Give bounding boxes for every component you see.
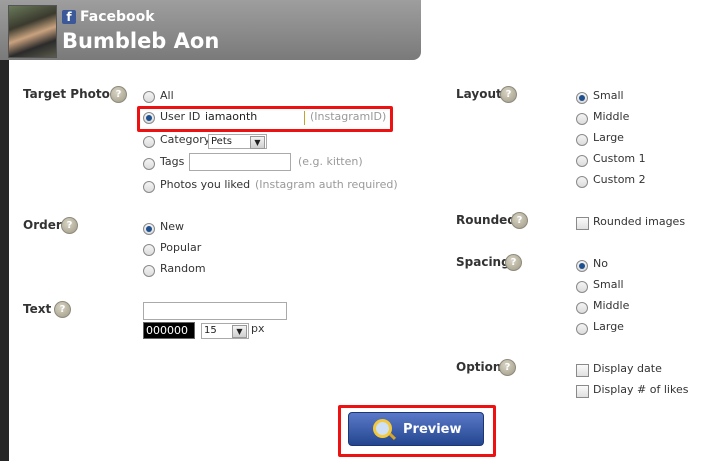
spacing-help-icon[interactable]: ? xyxy=(505,254,522,271)
preview-label: Preview xyxy=(403,422,462,437)
target-all-label: All xyxy=(160,89,174,102)
input-divider xyxy=(304,111,305,125)
magnifier-handle xyxy=(388,432,397,441)
target-photos-help-icon[interactable]: ? xyxy=(110,86,127,103)
user-id-input[interactable]: iamaonth xyxy=(203,110,306,126)
layout-small-label: Small xyxy=(593,89,624,102)
layout-large-radio[interactable] xyxy=(576,134,588,146)
chevron-down-icon: ▼ xyxy=(232,325,247,338)
chevron-down-icon: ▼ xyxy=(250,136,265,149)
spacing-small-radio[interactable] xyxy=(576,281,588,293)
left-edge-bar xyxy=(0,0,9,461)
layout-middle-label: Middle xyxy=(593,110,630,123)
order-random-radio[interactable] xyxy=(143,265,155,277)
target-user-id-radio[interactable] xyxy=(143,112,155,124)
category-value: Pets xyxy=(211,136,232,147)
target-all-radio[interactable] xyxy=(143,91,155,103)
tags-hint: (e.g. kitten) xyxy=(298,155,363,168)
layout-small-radio[interactable] xyxy=(576,92,588,104)
layout-label: Layout xyxy=(456,87,502,101)
text-size-select[interactable]: 15 ▼ xyxy=(201,323,249,339)
spacing-middle-radio[interactable] xyxy=(576,302,588,314)
facebook-icon: f xyxy=(62,10,76,24)
spacing-label: Spacing xyxy=(456,255,510,269)
display-date-checkbox[interactable] xyxy=(576,364,589,377)
network-label: Facebook xyxy=(80,9,155,25)
tags-input[interactable] xyxy=(189,153,291,171)
order-random-label: Random xyxy=(160,262,206,275)
layout-custom2-radio[interactable] xyxy=(576,176,588,188)
target-tags-radio[interactable] xyxy=(143,158,155,170)
display-likes-checkbox[interactable] xyxy=(576,385,589,398)
spacing-no-radio[interactable] xyxy=(576,260,588,272)
target-user-id-label: User ID xyxy=(160,110,201,123)
display-date-label: Display date xyxy=(593,362,662,375)
spacing-large-radio[interactable] xyxy=(576,323,588,335)
rounded-images-label: Rounded images xyxy=(593,215,686,228)
target-category-label: Category xyxy=(160,133,211,146)
order-new-radio[interactable] xyxy=(143,223,155,235)
layout-large-label: Large xyxy=(593,131,624,144)
option-label: Option xyxy=(456,360,502,374)
liked-hint: (Instagram auth required) xyxy=(255,178,398,191)
target-category-radio[interactable] xyxy=(143,136,155,148)
rounded-images-checkbox[interactable] xyxy=(576,217,589,230)
order-label: Order xyxy=(23,218,62,232)
profile-header: f Facebook Bumbleb Aon xyxy=(0,0,421,60)
display-likes-label: Display # of likes xyxy=(593,383,689,396)
target-photos-label: Target Photos xyxy=(23,87,118,101)
text-input[interactable] xyxy=(143,302,287,320)
spacing-no-label: No xyxy=(593,257,608,270)
order-popular-label: Popular xyxy=(160,241,202,254)
order-new-label: New xyxy=(160,220,184,233)
layout-custom2-label: Custom 2 xyxy=(593,173,646,186)
spacing-small-label: Small xyxy=(593,278,624,291)
text-label: Text xyxy=(23,302,52,316)
option-help-icon[interactable]: ? xyxy=(499,359,516,376)
avatar xyxy=(8,5,57,58)
user-id-hint: (InstagramID) xyxy=(310,110,387,123)
category-select[interactable]: Pets ▼ xyxy=(208,134,267,149)
target-liked-radio[interactable] xyxy=(143,181,155,193)
spacing-large-label: Large xyxy=(593,320,624,333)
layout-help-icon[interactable]: ? xyxy=(500,86,517,103)
spacing-middle-label: Middle xyxy=(593,299,630,312)
layout-custom1-radio[interactable] xyxy=(576,155,588,167)
order-popular-radio[interactable] xyxy=(143,244,155,256)
text-help-icon[interactable]: ? xyxy=(54,301,71,318)
text-size-unit: px xyxy=(251,322,265,335)
order-help-icon[interactable]: ? xyxy=(61,217,78,234)
layout-middle-radio[interactable] xyxy=(576,113,588,125)
user-name: Bumbleb Aon xyxy=(62,29,220,53)
text-color-input[interactable]: 000000 xyxy=(143,322,195,339)
text-size-value: 15 xyxy=(204,325,217,336)
target-tags-label: Tags xyxy=(160,155,185,168)
rounded-help-icon[interactable]: ? xyxy=(511,212,528,229)
rounded-label: Rounded xyxy=(456,213,516,227)
layout-custom1-label: Custom 1 xyxy=(593,152,646,165)
preview-button[interactable]: Preview xyxy=(348,412,484,446)
target-liked-label: Photos you liked xyxy=(160,178,251,191)
